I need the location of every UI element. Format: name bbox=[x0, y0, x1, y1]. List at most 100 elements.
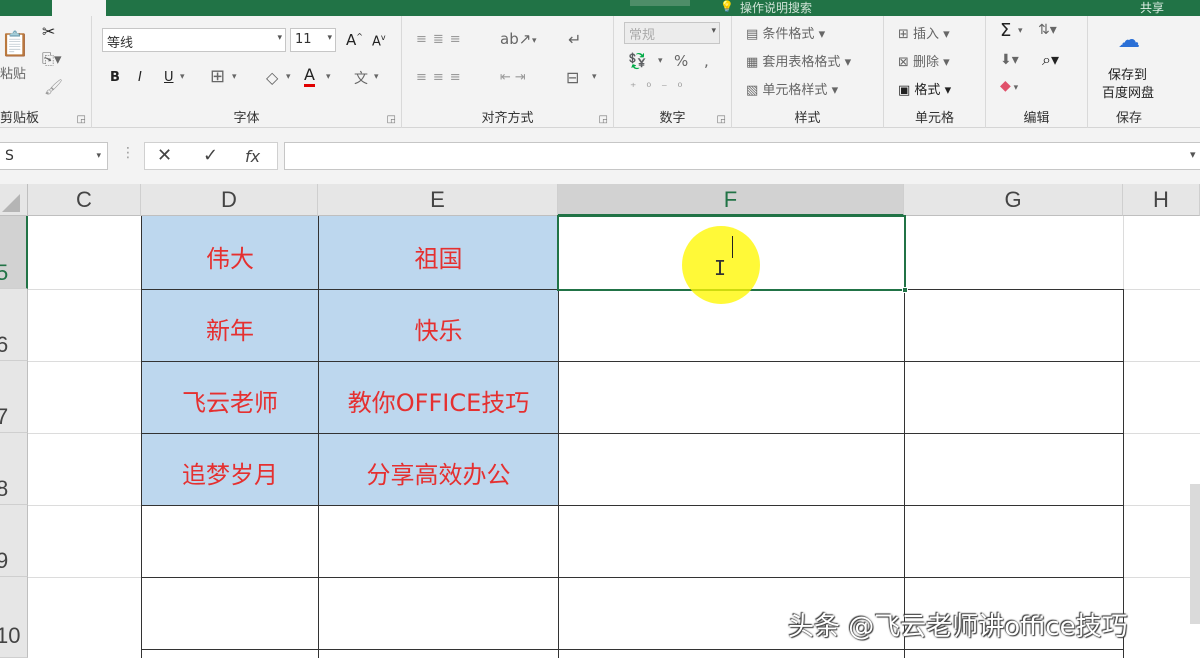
bold-button[interactable]: B bbox=[110, 70, 120, 85]
percent-button[interactable]: % bbox=[674, 52, 688, 70]
paste-icon[interactable]: 📋 bbox=[0, 30, 30, 58]
underline-button[interactable]: U bbox=[164, 70, 174, 85]
styles-label: 样式 bbox=[794, 111, 821, 126]
sort-filter-icon[interactable]: ⇅▾ bbox=[1038, 22, 1057, 38]
delete-button[interactable]: ⊠ 删除 ▾ bbox=[898, 51, 950, 70]
column-header-f[interactable]: F bbox=[558, 184, 904, 216]
autosum-button[interactable]: Σ bbox=[1000, 20, 1011, 41]
brush-icon[interactable]: 🖌 bbox=[44, 78, 63, 96]
scissors-icon[interactable]: ✂ bbox=[42, 22, 55, 41]
cell-d8[interactable]: 追梦岁月 bbox=[142, 455, 318, 490]
currency-icon[interactable]: 💱 bbox=[628, 52, 647, 70]
column-header-g[interactable]: G bbox=[904, 184, 1123, 216]
ribbon: 📋 粘贴 ✂ ⎘▾ 🖌 剪贴板 ◲ 等线 ▾ 11 ▾ A^ Av B I U … bbox=[0, 16, 1200, 128]
baidu-cloud-icon[interactable]: ☁ bbox=[1118, 28, 1140, 53]
indent-icons[interactable]: ⇤⇥ bbox=[500, 70, 530, 85]
column-header-h[interactable]: H bbox=[1123, 184, 1200, 216]
chevron-down-icon[interactable]: ▾ bbox=[286, 72, 291, 82]
row-header-8[interactable]: 8 bbox=[0, 433, 28, 505]
clipboard-launcher-icon[interactable]: ◲ bbox=[77, 114, 86, 125]
lightbulb-icon[interactable]: 💡 bbox=[720, 0, 734, 13]
comma-button[interactable]: , bbox=[704, 52, 709, 70]
enter-icon[interactable]: ✓ bbox=[203, 145, 218, 166]
insert-function-icon[interactable]: fx bbox=[245, 147, 260, 166]
number-launcher-icon[interactable]: ◲ bbox=[717, 114, 726, 125]
row-header-6[interactable]: 6 bbox=[0, 289, 28, 361]
chevron-down-icon[interactable]: ▾ bbox=[232, 72, 237, 82]
chevron-down-icon[interactable]: ▾ bbox=[1018, 26, 1023, 36]
chevron-down-icon[interactable]: ▾ bbox=[658, 56, 663, 66]
cell-d7[interactable]: 飞云老师 bbox=[142, 383, 318, 418]
tab-home[interactable] bbox=[52, 0, 106, 16]
worksheet-grid: C D E F G H 5 6 7 8 9 10 伟大 祖国 新年 快乐 飞云老… bbox=[0, 184, 1200, 658]
name-box[interactable]: S ▾ bbox=[0, 142, 108, 170]
wrap-text-icon[interactable]: ↵ bbox=[568, 30, 581, 49]
formula-buttons: ✕ ✓ fx bbox=[144, 142, 278, 170]
alignment-group: ≡≣≡ ab↗ ▾ ≡≡≡ ⇤⇥ ↵ ⊟ ▾ 对齐方式 ◲ bbox=[402, 16, 614, 128]
cell-e7[interactable]: 教你OFFICE技巧 bbox=[319, 383, 558, 418]
borders-icon[interactable]: ⊞ bbox=[210, 66, 225, 87]
chevron-down-icon[interactable]: ▾ bbox=[592, 72, 597, 82]
column-header-e[interactable]: E bbox=[318, 184, 558, 216]
eraser-icon[interactable]: ◆ ▾ bbox=[1000, 78, 1018, 94]
styles-group: ▤ 条件格式 ▾ ▦ 套用表格格式 ▾ ▧ 单元格样式 ▾ 样式 bbox=[732, 16, 884, 128]
font-size-select[interactable]: 11 ▾ bbox=[290, 28, 336, 52]
cell-d6[interactable]: 新年 bbox=[142, 311, 318, 346]
chevron-down-icon[interactable]: ▾ bbox=[326, 72, 331, 82]
fill-handle[interactable] bbox=[902, 287, 908, 293]
cell-d5[interactable]: 伟大 bbox=[142, 239, 318, 274]
increase-font-button[interactable]: A^ bbox=[346, 31, 363, 49]
row-header-7[interactable]: 7 bbox=[0, 361, 28, 433]
orientation-icon[interactable]: ab↗ bbox=[500, 30, 531, 48]
paste-button[interactable]: 粘贴 bbox=[0, 63, 26, 82]
save-to-baidu-line1[interactable]: 保存到 bbox=[1108, 64, 1147, 83]
watermark: 头条 @飞云老师讲office技巧 bbox=[788, 612, 1128, 642]
number-label: 数字 bbox=[659, 111, 686, 126]
expand-formula-icon[interactable]: ▾ bbox=[1190, 148, 1196, 161]
chevron-down-icon[interactable]: ▾ bbox=[532, 36, 537, 46]
cell-styles-button[interactable]: ▧ 单元格样式 ▾ bbox=[746, 79, 838, 98]
save-to-baidu-line2[interactable]: 百度网盘 bbox=[1102, 82, 1154, 101]
decimal-icons[interactable]: ⁺⁰⁻⁰ bbox=[630, 80, 692, 94]
chevron-down-icon[interactable]: ▾ bbox=[180, 72, 185, 82]
vertical-scrollbar[interactable] bbox=[1190, 484, 1200, 624]
cell-e5[interactable]: 祖国 bbox=[319, 239, 558, 274]
format-button[interactable]: ▣ 格式 ▾ bbox=[898, 79, 951, 98]
tell-me-search[interactable]: 操作说明搜索 bbox=[740, 0, 812, 16]
merge-icon[interactable]: ⊟ bbox=[566, 68, 579, 87]
row-header-10[interactable]: 10 bbox=[0, 577, 28, 658]
decrease-font-button[interactable]: Av bbox=[372, 33, 386, 49]
excel-window: 💡 操作说明搜索 共享 📋 粘贴 ✂ ⎘▾ 🖌 剪贴板 ◲ 等线 ▾ 11 ▾ … bbox=[0, 0, 1200, 658]
formula-input[interactable] bbox=[284, 142, 1200, 170]
table-format-button[interactable]: ▦ 套用表格格式 ▾ bbox=[746, 51, 851, 70]
vertical-align-icons[interactable]: ≡≣≡ bbox=[416, 32, 467, 47]
fill-down-icon[interactable]: ⬇▾ bbox=[1000, 52, 1019, 68]
row-header-9[interactable]: 9 bbox=[0, 505, 28, 577]
more-icon[interactable]: ⋮ bbox=[121, 145, 135, 161]
alignment-launcher-icon[interactable]: ◲ bbox=[599, 114, 608, 125]
copy-icon[interactable]: ⎘▾ bbox=[42, 50, 62, 68]
cell-e8[interactable]: 分享高效办公 bbox=[319, 455, 558, 490]
number-format-select[interactable]: 常规 ▾ bbox=[624, 22, 720, 44]
row-header-5[interactable]: 5 bbox=[0, 216, 28, 289]
ibeam-cursor-icon: I bbox=[714, 256, 727, 280]
font-color-button[interactable]: A bbox=[304, 66, 315, 87]
search-icon[interactable]: ⌕▾ bbox=[1042, 50, 1059, 70]
cell-e6[interactable]: 快乐 bbox=[319, 311, 558, 346]
phonetic-button[interactable]: 文 bbox=[354, 68, 368, 88]
column-header-c[interactable]: C bbox=[28, 184, 141, 216]
chevron-down-icon: ▾ bbox=[711, 26, 716, 36]
column-header-d[interactable]: D bbox=[141, 184, 318, 216]
select-all-button[interactable] bbox=[0, 184, 28, 216]
font-launcher-icon[interactable]: ◲ bbox=[387, 114, 396, 125]
horizontal-align-icons[interactable]: ≡≡≡ bbox=[416, 70, 467, 85]
italic-button[interactable]: I bbox=[138, 70, 142, 85]
insert-button[interactable]: ⊞ 插入 ▾ bbox=[898, 23, 950, 42]
share-button[interactable]: 共享 bbox=[1140, 0, 1164, 16]
font-label: 字体 bbox=[233, 111, 260, 126]
chevron-down-icon[interactable]: ▾ bbox=[374, 72, 379, 82]
font-name-select[interactable]: 等线 ▾ bbox=[102, 28, 286, 52]
fill-color-icon[interactable]: ◇ bbox=[266, 68, 278, 87]
cancel-icon[interactable]: ✕ bbox=[157, 145, 172, 166]
conditional-format-button[interactable]: ▤ 条件格式 ▾ bbox=[746, 23, 825, 42]
